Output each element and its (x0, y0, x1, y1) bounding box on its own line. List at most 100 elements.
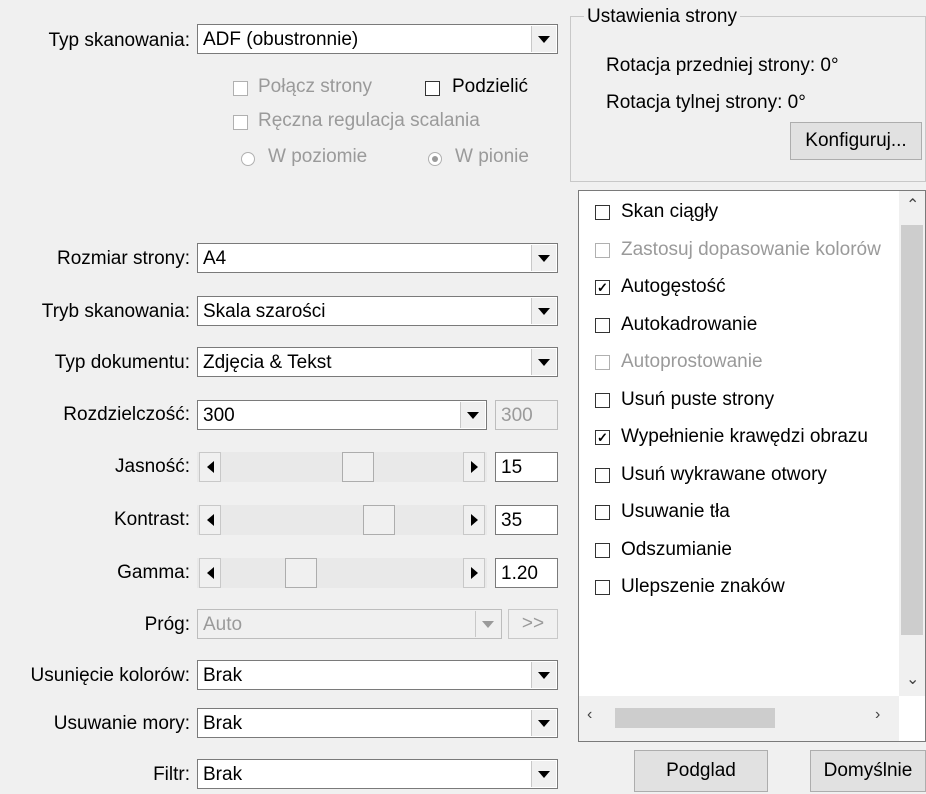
chevron-down-icon (475, 611, 500, 637)
option-label: Autogęstość (621, 276, 726, 297)
scroll-up-icon[interactable]: ⌃ (906, 195, 919, 215)
threshold-dropdown[interactable]: Auto (197, 609, 502, 639)
h-scrollbar-thumb[interactable] (615, 708, 775, 728)
contrast-slider-thumb[interactable] (363, 505, 395, 535)
option-checkbox[interactable] (595, 205, 610, 220)
option-label: Usuwanie tła (621, 501, 730, 522)
option-checkbox[interactable] (595, 580, 610, 595)
chevron-down-icon (531, 761, 556, 787)
color-drop-dropdown[interactable]: Brak (197, 660, 558, 690)
option-checkbox[interactable] (595, 355, 610, 370)
preview-button[interactable]: Podglad (634, 750, 768, 792)
scan-type-label: Typ skanowania: (48, 30, 190, 51)
scan-mode-value: Skala szarości (203, 301, 326, 322)
contrast-slider[interactable] (197, 505, 487, 535)
scroll-right-icon[interactable]: › (875, 706, 880, 724)
moire-dropdown[interactable]: Brak (197, 708, 558, 738)
split-checkbox[interactable] (425, 81, 440, 96)
resolution-dropdown[interactable]: 300 (197, 400, 487, 430)
option-label: Ulepszenie znaków (621, 576, 785, 597)
page-settings-title: Ustawienia strony (584, 6, 740, 28)
configure-button[interactable]: Konfiguruj... (790, 122, 922, 160)
chevron-down-icon (531, 349, 556, 375)
horizontal-radio[interactable] (241, 152, 255, 166)
scroll-down-icon[interactable]: ⌄ (906, 669, 919, 689)
doc-type-dropdown[interactable]: Zdjęcia & Tekst (197, 347, 558, 377)
option-label: Autokadrowanie (621, 313, 758, 335)
scroll-left-icon[interactable]: ‹ (587, 706, 592, 724)
chevron-down-icon (531, 662, 556, 688)
option-label: Odszumianie (621, 538, 732, 560)
brightness-value-field[interactable]: 15 (495, 452, 558, 482)
page-size-label: Rozmiar strony: (56, 248, 190, 269)
brightness-slider[interactable] (197, 452, 487, 482)
merge-pages-checkbox[interactable] (233, 81, 248, 96)
moire-value: Brak (203, 713, 243, 734)
chevron-down-icon (531, 26, 556, 52)
scan-type-dropdown[interactable]: ADF (obustronnie) (197, 24, 558, 54)
scroll-left-icon[interactable] (199, 505, 221, 535)
color-drop-label: Usunięcie kolorów: (30, 665, 190, 686)
scrollbar-thumb[interactable] (901, 225, 923, 635)
scan-mode-dropdown[interactable]: Skala szarości (197, 296, 558, 326)
chevron-down-icon (460, 402, 485, 428)
vertical-label: W pionie (455, 146, 529, 167)
threshold-label: Próg: (144, 614, 190, 635)
option-label: Zastosuj dopasowanie kolorów (621, 238, 881, 260)
manual-merge-label: Ręczna regulacja scalania (258, 110, 480, 131)
option-checkbox[interactable] (595, 242, 610, 258)
scroll-left-icon[interactable] (199, 558, 221, 588)
page-size-dropdown[interactable]: A4 (197, 243, 558, 273)
doc-type-label: Typ dokumentu: (54, 352, 190, 373)
option-checkbox[interactable] (595, 542, 610, 558)
option-label: Skan ciągły (621, 201, 719, 222)
front-rotation-text: Rotacja przedniej strony: 0° (606, 55, 839, 76)
vertical-scrollbar[interactable]: ⌃ ⌄ (899, 191, 925, 696)
option-checkbox[interactable] (595, 467, 610, 483)
manual-merge-checkbox[interactable] (233, 115, 248, 130)
threshold-value: Auto (203, 614, 243, 635)
moire-label: Usuwanie mory: (53, 713, 190, 734)
resolution-label: Rozdzielczość: (63, 404, 190, 425)
back-rotation-text: Rotacja tylnej strony: 0° (606, 92, 806, 113)
option-label: Wypełnienie krawędzi obrazu (621, 426, 868, 447)
scroll-right-icon[interactable] (463, 558, 485, 588)
gamma-value-field[interactable]: 1.20 (495, 558, 558, 588)
gamma-label: Gamma: (117, 562, 190, 583)
chevron-down-icon (531, 710, 556, 736)
merge-pages-label: Połącz strony (258, 76, 373, 97)
option-checkbox[interactable] (595, 392, 610, 408)
defaults-button[interactable]: Domyślnie (810, 750, 926, 792)
option-checkbox[interactable] (595, 317, 610, 333)
resolution-custom-field[interactable]: 300 (495, 400, 558, 430)
option-label: Usuń wykrawane otwory (621, 463, 827, 485)
options-listbox: Skan ciągły Zastosuj dopasowanie kolorów ✓… (578, 190, 926, 742)
brightness-slider-thumb[interactable] (342, 452, 374, 482)
contrast-label: Kontrast: (113, 509, 190, 530)
filter-value: Brak (203, 764, 243, 785)
option-checkbox[interactable] (595, 505, 610, 520)
horizontal-scrollbar[interactable]: ‹ › (579, 696, 899, 741)
doc-type-value: Zdjęcia & Tekst (203, 352, 332, 373)
scroll-right-icon[interactable] (463, 452, 485, 482)
filter-label: Filtr: (153, 764, 190, 785)
threshold-more-button[interactable]: >> (508, 609, 558, 639)
scroll-right-icon[interactable] (463, 505, 485, 535)
resolution-value: 300 (203, 405, 235, 426)
brightness-label: Jasność: (115, 456, 190, 477)
scan-type-value: ADF (obustronnie) (203, 29, 359, 50)
option-checkbox[interactable]: ✓ (595, 430, 610, 445)
option-checkbox[interactable]: ✓ (595, 280, 610, 295)
page-size-value: A4 (203, 248, 227, 269)
vertical-radio[interactable] (428, 152, 442, 166)
chevron-down-icon (531, 245, 556, 271)
color-drop-value: Brak (203, 665, 243, 686)
horizontal-label: W poziomie (268, 146, 368, 167)
contrast-value-field[interactable]: 35 (495, 505, 558, 535)
scroll-left-icon[interactable] (199, 452, 221, 482)
gamma-slider[interactable] (197, 558, 487, 588)
filter-dropdown[interactable]: Brak (197, 759, 558, 789)
chevron-down-icon (531, 298, 556, 324)
gamma-slider-thumb[interactable] (285, 558, 317, 588)
split-label: Podzielić (452, 76, 529, 97)
